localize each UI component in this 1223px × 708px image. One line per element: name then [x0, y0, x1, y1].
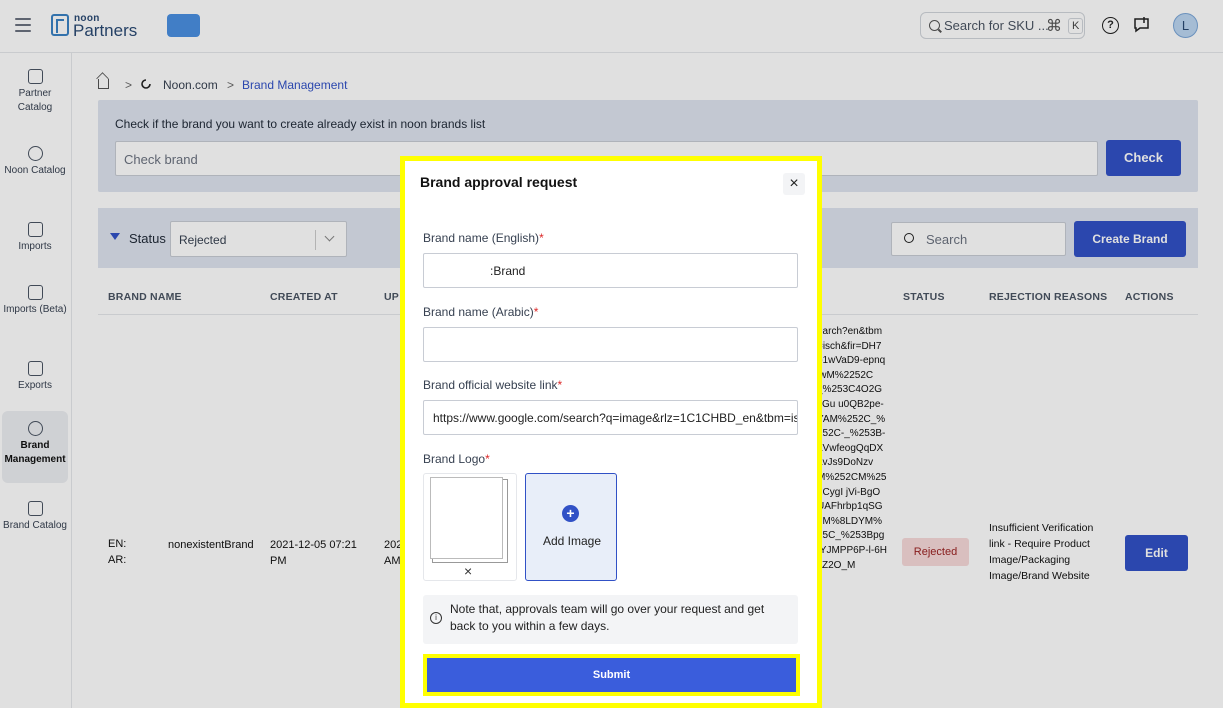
remove-logo-icon[interactable]: × — [464, 563, 472, 579]
add-image-label: Add Image — [542, 534, 602, 548]
brand-name-en-label-text: Brand name (English) — [423, 231, 540, 245]
add-image-button[interactable]: + Add Image — [525, 473, 617, 581]
required-mark: * — [557, 378, 563, 392]
website-link-label-text: Brand official website link — [423, 378, 558, 392]
logo-thumbnail — [430, 477, 508, 563]
brand-name-en-input[interactable]: :Brand — [423, 253, 798, 288]
modal-title: Brand approval request — [420, 174, 578, 190]
brand-name-ar-label-text: Brand name (Arabic) — [423, 305, 534, 319]
brand-name-en-label: Brand name (English)* — [423, 231, 544, 245]
brand-approval-modal: Brand approval request × Brand name (Eng… — [400, 156, 822, 708]
brand-name-ar-label: Brand name (Arabic)* — [423, 305, 538, 319]
submit-button[interactable]: Submit — [423, 654, 800, 696]
close-icon[interactable]: × — [783, 173, 805, 195]
brand-logo-label-text: Brand Logo — [423, 452, 486, 466]
required-mark: * — [539, 231, 544, 245]
app-root: noon Partners Search for SKU ... ⌘ K ? L… — [0, 0, 1223, 708]
info-icon: i — [430, 612, 442, 624]
required-mark: * — [533, 305, 539, 319]
required-mark: * — [485, 452, 490, 466]
info-note: i Note that, approvals team will go over… — [423, 595, 798, 644]
website-link-label: Brand official website link* — [423, 378, 562, 392]
logo-preview: × — [423, 473, 517, 581]
info-note-text: Note that, approvals team will go over y… — [450, 602, 765, 633]
brand-name-ar-input[interactable] — [423, 327, 798, 362]
brand-logo-label: Brand Logo* — [423, 452, 490, 466]
plus-icon: + — [562, 505, 579, 522]
website-link-input[interactable]: https://www.google.com/search?q=image&rl… — [423, 400, 798, 435]
